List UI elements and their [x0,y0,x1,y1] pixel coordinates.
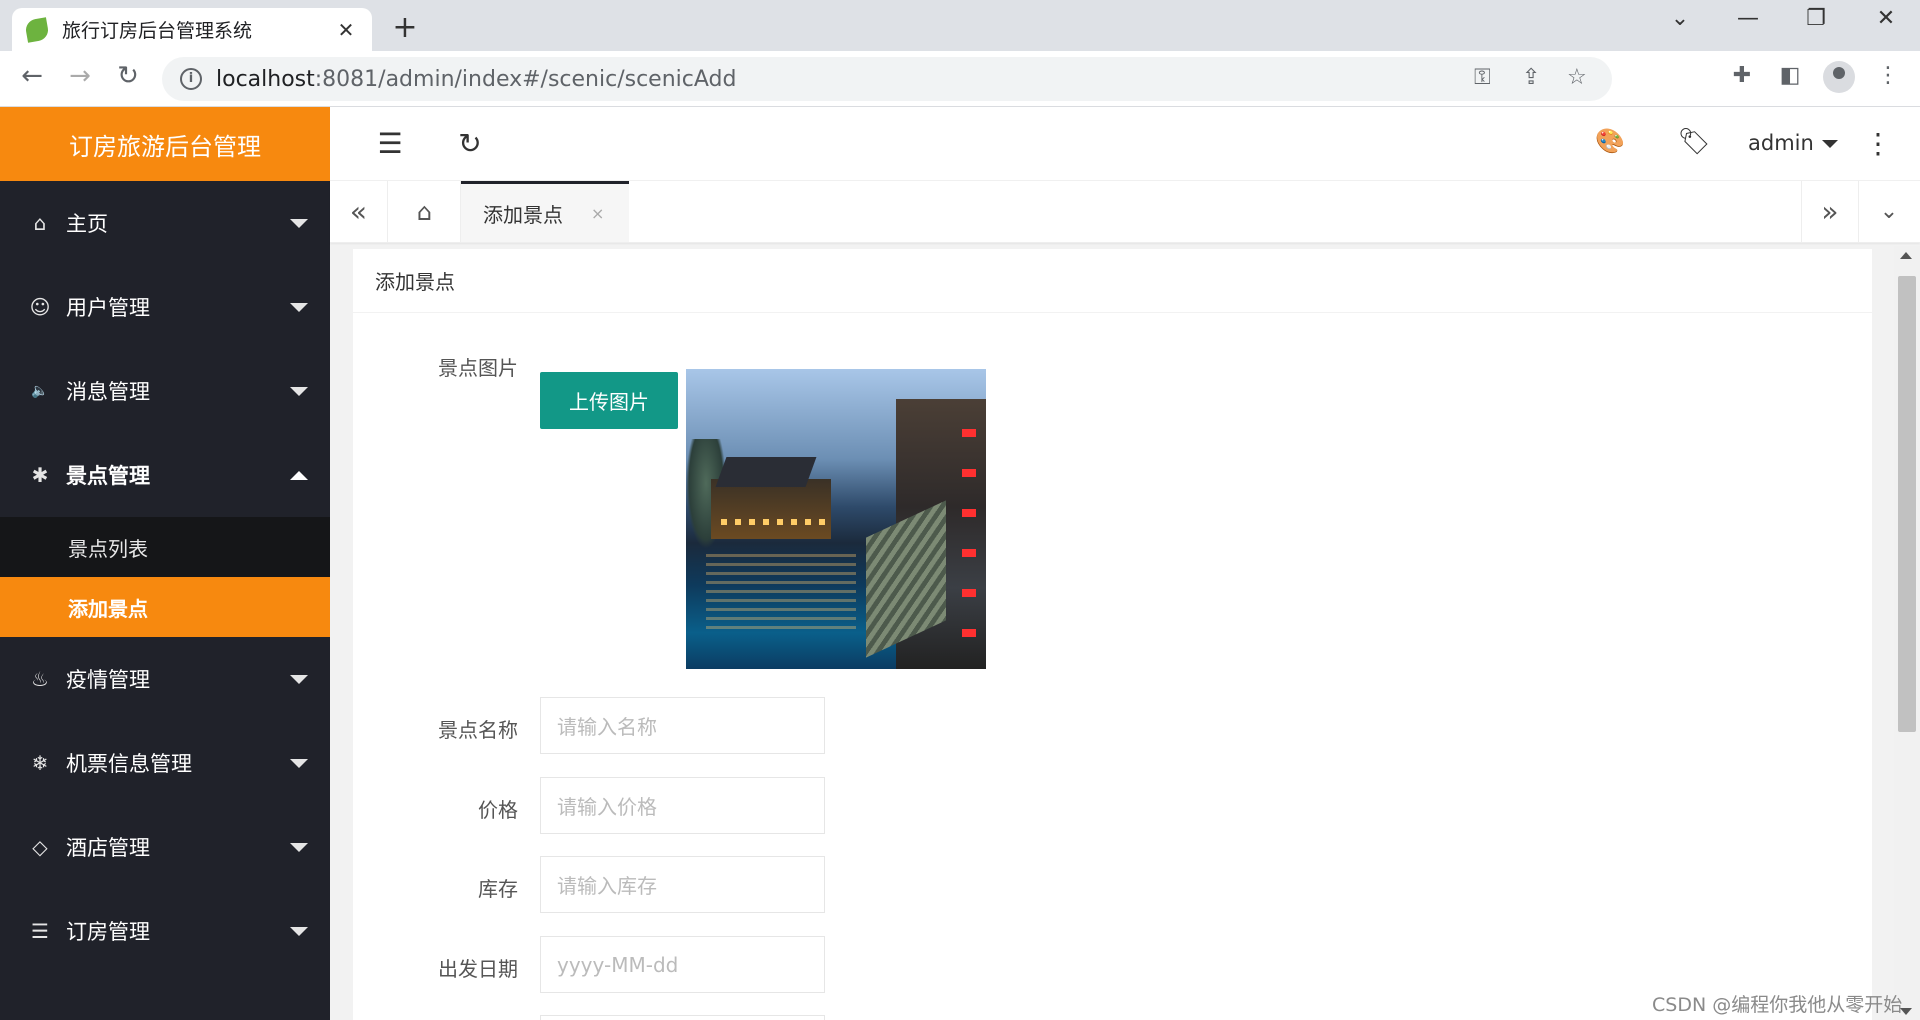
scenic-preview-image [686,369,986,669]
scenic-image-label: 景点图片 [438,356,518,380]
sidebar-item-label: 主页 [66,212,108,236]
chevron-down-icon [290,843,308,852]
chevron-down-icon [290,387,308,396]
palm-icon: ✱ [31,463,49,487]
list-icon: ☰ [31,919,49,943]
tabs-scroll-right-icon[interactable]: » [1801,181,1859,242]
sidebar-item-scenic[interactable]: ✱ 景点管理 [0,433,330,517]
snowflake-icon: ❄ [31,751,49,775]
stock-input[interactable]: 请输入库存 [540,856,825,913]
tab-add-scenic[interactable]: 添加景点 × [461,181,629,242]
bookmark-star-icon[interactable]: ☆ [1567,65,1587,90]
chevron-down-icon [290,303,308,312]
scenic-submenu: 景点列表 添加景点 [0,517,330,637]
scenic-name-label: 景点名称 [438,718,518,742]
palette-icon[interactable]: 🎨 [1592,127,1628,155]
sidebar-item-label: 疫情管理 [66,668,150,692]
key-icon[interactable]: ⚿ [1474,65,1491,90]
sidebar-logo[interactable]: 订房旅游后台管理 [0,107,330,181]
back-arrow-icon[interactable]: ← [14,61,50,91]
departure-date-input[interactable]: yyyy-MM-dd [540,936,825,993]
card-title: 添加景点 [353,249,1872,313]
url-host: localhost [216,66,315,92]
user-icon: ☺ [29,295,51,319]
address-bar[interactable]: i localhost :8081/admin/index#/scenic/sc… [162,57,1612,101]
sidebar-item-label: 景点管理 [66,464,150,488]
sidebar-item-label: 消息管理 [66,380,150,404]
sidebar-item-home[interactable]: ⌂ 主页 [0,181,330,265]
reload-icon[interactable]: ↻ [110,61,146,91]
chevron-down-icon [290,759,308,768]
restore-button[interactable]: ❐ [1796,6,1836,31]
extensions-puzzle-icon[interactable]: ✚ [1726,63,1758,88]
page-scrollbar-thumb[interactable] [1898,276,1916,732]
price-input[interactable]: 请输入价格 [540,777,825,834]
refresh-icon[interactable]: ↻ [452,127,488,160]
chevron-down-icon [290,675,308,684]
sidebar-item-hotels[interactable]: ◇ 酒店管理 [0,805,330,889]
tab-search-button[interactable]: ⌄ [1660,6,1700,31]
profile-avatar-icon[interactable] [1823,61,1855,93]
scenic-name-input[interactable]: 请输入名称 [540,697,825,754]
spring-leaf-icon [24,16,50,43]
sidebar-subitem-add-scenic[interactable]: 添加景点 [0,577,330,637]
next-field-input[interactable] [540,1015,825,1020]
menu-collapse-icon[interactable]: ☰ [372,127,408,160]
forward-arrow-icon[interactable]: → [62,61,98,91]
sidebar: 订房旅游后台管理 ⌂ 主页 ☺ 用户管理 🔈 消息管理 ✱ 景点管理 景点列表 … [0,107,330,1020]
share-icon[interactable]: ⇪ [1522,65,1540,90]
close-window-button[interactable]: ✕ [1866,6,1906,31]
csdn-watermark: CSDN @编程你我他从零开始 [1652,994,1903,1016]
more-vertical-icon[interactable]: ⋮ [1860,127,1896,160]
caret-down-icon [1821,140,1838,148]
sidebar-item-flights[interactable]: ❄ 机票信息管理 [0,721,330,805]
stock-label: 库存 [478,877,518,901]
url-path: :8081/admin/index#/scenic/scenicAdd [314,66,737,92]
scroll-up-arrow-icon[interactable] [1900,252,1912,259]
browser-menu-icon[interactable]: ⋮ [1872,63,1904,88]
browser-tab-bar: 旅行订房后台管理系统 ✕ + ⌄ — ❐ ✕ [0,0,1920,51]
browser-toolbar: ← → ↻ i localhost :8081/admin/index#/sce… [0,51,1920,107]
new-tab-button[interactable]: + [390,10,420,45]
sidebar-item-messages[interactable]: 🔈 消息管理 [0,349,330,433]
page-tabs-bar: « ⌂ 添加景点 × » ⌄ [330,181,1920,243]
sidebar-item-users[interactable]: ☺ 用户管理 [0,265,330,349]
price-label: 价格 [478,798,518,822]
tab-close-icon[interactable]: × [591,204,604,223]
add-scenic-card: 添加景点 景点图片 上传图片 景点名称 请输入名称 价格 请输入价格 库存 请输… [353,249,1872,1020]
sidebar-subitem-scenic-list[interactable]: 景点列表 [0,517,330,577]
user-menu[interactable]: admin [1748,131,1838,155]
fire-icon: ♨ [31,667,49,691]
home-icon: ⌂ [33,211,47,235]
home-tab-icon[interactable]: ⌂ [389,181,461,242]
tag-icon[interactable]: 🏷 [1676,127,1712,157]
sidebar-item-bookings[interactable]: ☰ 订房管理 [0,889,330,973]
diamond-icon: ◇ [32,835,48,859]
site-info-icon[interactable]: i [180,68,202,90]
chevron-down-icon [290,927,308,936]
browser-tab[interactable]: 旅行订房后台管理系统 ✕ [12,8,372,51]
minimize-button[interactable]: — [1728,6,1768,31]
side-panel-icon[interactable]: ◧ [1774,63,1806,88]
tabs-dropdown-icon[interactable]: ⌄ [1860,181,1918,242]
tab-close-button[interactable]: ✕ [334,18,358,42]
app-header: ☰ ↻ 🎨 🏷 admin ⋮ [330,107,1920,181]
username: admin [1748,131,1814,155]
sidebar-item-label: 机票信息管理 [66,752,192,776]
chevron-down-icon [290,219,308,228]
speaker-icon: 🔈 [31,383,49,399]
sidebar-item-label: 用户管理 [66,296,150,320]
sidebar-item-label: 酒店管理 [66,836,150,860]
sidebar-item-label: 订房管理 [66,920,150,944]
chevron-up-icon [290,471,308,480]
browser-tab-title: 旅行订房后台管理系统 [62,20,253,42]
tabs-scroll-left-icon[interactable]: « [330,181,388,242]
tab-label: 添加景点 [483,202,563,227]
departure-date-label: 出发日期 [438,957,518,981]
sidebar-item-epidemic[interactable]: ♨ 疫情管理 [0,637,330,721]
upload-image-button[interactable]: 上传图片 [540,372,678,429]
